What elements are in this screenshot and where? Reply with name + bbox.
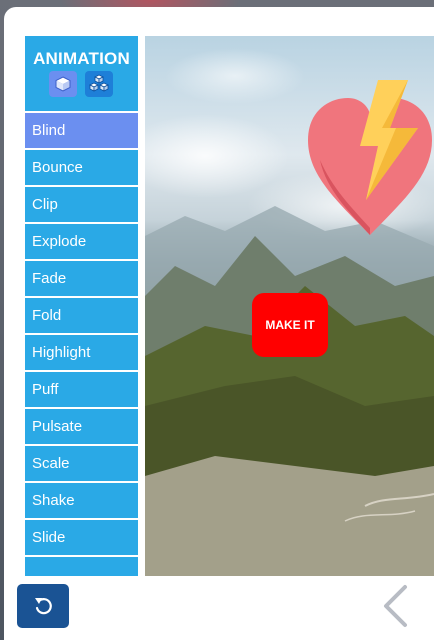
sidebar-title: ANIMATION xyxy=(33,49,130,68)
menu-item-fold[interactable]: Fold xyxy=(25,298,138,333)
animation-menu: Blind Bounce Clip Explode Fade Fold High… xyxy=(25,113,138,576)
menu-item-shake[interactable]: Shake xyxy=(25,483,138,518)
menu-item-highlight[interactable]: Highlight xyxy=(25,335,138,370)
menu-item-scale[interactable]: Scale xyxy=(25,446,138,481)
cubes-icon[interactable] xyxy=(85,71,113,97)
menu-item-pulsate[interactable]: Pulsate xyxy=(25,409,138,444)
menu-item-blind[interactable]: Blind xyxy=(25,113,138,148)
make-it-button[interactable]: MAKE IT xyxy=(252,293,328,357)
chevron-left-icon xyxy=(384,585,407,627)
reset-button[interactable] xyxy=(17,584,69,628)
menu-item-slide[interactable]: Slide xyxy=(25,520,138,555)
previous-button[interactable] xyxy=(375,582,415,630)
menu-item-more[interactable] xyxy=(25,557,138,576)
undo-icon xyxy=(35,598,52,615)
menu-item-clip[interactable]: Clip xyxy=(25,187,138,222)
animation-sidebar: ANIMATION Blind Bounce Clip Explode Fade… xyxy=(25,36,138,576)
menu-item-puff[interactable]: Puff xyxy=(25,372,138,407)
cube-icon[interactable] xyxy=(49,71,77,97)
heart-lightning-icon xyxy=(308,80,432,235)
menu-item-fade[interactable]: Fade xyxy=(25,261,138,296)
sidebar-header: ANIMATION xyxy=(25,36,138,111)
menu-item-explode[interactable]: Explode xyxy=(25,224,138,259)
menu-item-bounce[interactable]: Bounce xyxy=(25,150,138,185)
